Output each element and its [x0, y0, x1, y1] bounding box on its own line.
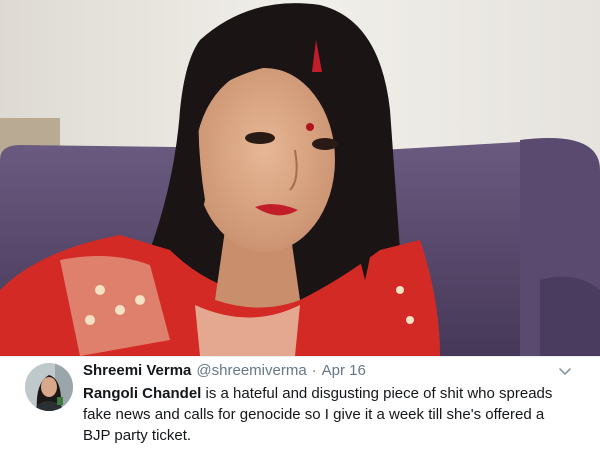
photo-illustration	[0, 0, 600, 356]
tweet-text: Rangoli Chandel is a hateful and disgust…	[83, 383, 583, 446]
tweet-photo[interactable]	[0, 0, 600, 356]
tweet-text-line-1-rest: is a hateful and disgusting piece of shi…	[201, 385, 553, 402]
tweet-date[interactable]: Apr 16	[322, 362, 366, 379]
tweet-header: Shreemi Verma @shreemiverma · Apr 16	[83, 362, 570, 384]
chevron-down-icon[interactable]	[558, 364, 572, 378]
separator-dot: ·	[311, 362, 317, 379]
display-name[interactable]: Shreemi Verma	[83, 362, 191, 379]
avatar[interactable]	[25, 363, 73, 411]
user-handle[interactable]: @shreemiverma	[196, 362, 306, 379]
tweet-text-line-1: Rangoli Chandel is a hateful and disgust…	[83, 383, 583, 404]
tweet-text-line-3: BJP party ticket.	[83, 427, 192, 444]
tweet-text-line-2: fake news and calls for genocide so I gi…	[83, 406, 545, 423]
tweet-screenshot: Shreemi Verma @shreemiverma · Apr 16 Ran…	[0, 0, 600, 450]
mentioned-name: Rangoli Chandel	[83, 385, 202, 402]
avatar-image	[25, 363, 73, 411]
face	[195, 68, 335, 252]
tweet-card[interactable]: Shreemi Verma @shreemiverma · Apr 16 Ran…	[0, 356, 600, 450]
